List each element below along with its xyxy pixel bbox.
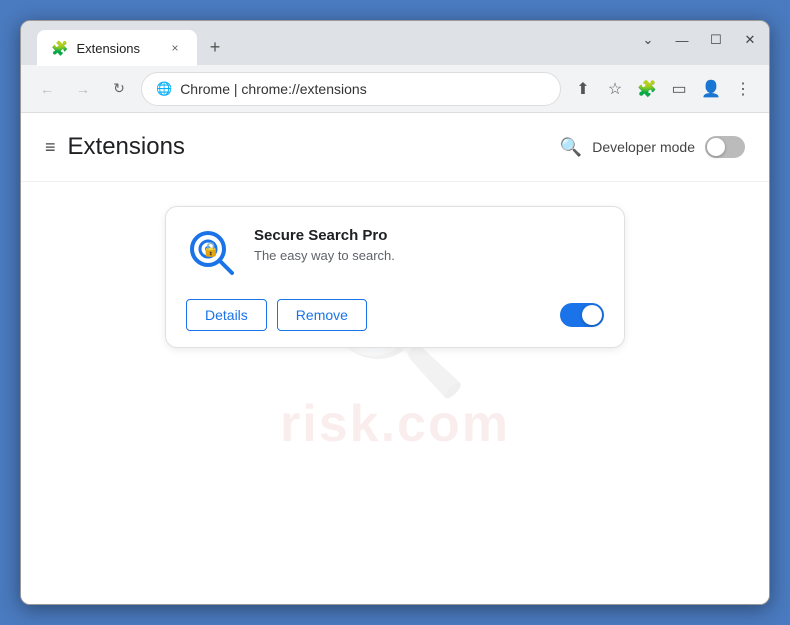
reload-button[interactable]: ↻ [105, 75, 133, 103]
menu-button[interactable]: ⋮ [729, 75, 757, 103]
close-button[interactable]: ✕ [741, 31, 759, 49]
extension-card-top: 🔒 Secure Search Pro The easy way to sear… [186, 227, 604, 279]
profile-button[interactable]: 👤 [697, 75, 725, 103]
minimize-button[interactable]: — [673, 31, 691, 49]
extension-toggle-knob [582, 305, 602, 325]
sidebar-icon: ▭ [671, 79, 686, 99]
window-controls: ⌄ — ☐ ✕ [639, 31, 759, 49]
toolbar-icons: ⬆ ☆ 🧩 ▭ 👤 ⋮ [569, 75, 757, 103]
chevron-icon[interactable]: ⌄ [639, 31, 657, 49]
active-tab[interactable]: 🧩 Extensions × [37, 30, 197, 66]
developer-mode-toggle[interactable] [705, 136, 745, 158]
maximize-button[interactable]: ☐ [707, 31, 725, 49]
url-brand: Chrome [180, 81, 230, 97]
extensions-list: 🔒 Secure Search Pro The easy way to sear… [21, 182, 769, 604]
more-options-icon: ⋮ [735, 79, 751, 99]
back-button[interactable]: ← [33, 75, 61, 103]
extension-name: Secure Search Pro [254, 227, 604, 244]
new-tab-button[interactable]: + [201, 33, 229, 61]
url-text: Chrome | chrome://extensions [180, 81, 367, 97]
address-bar: ← → ↻ 🌐 Chrome | chrome://extensions ⬆ ☆… [21, 65, 769, 113]
sidebar-button[interactable]: ▭ [665, 75, 693, 103]
forward-button[interactable]: → [69, 75, 97, 103]
share-button[interactable]: ⬆ [569, 75, 597, 103]
bookmark-icon: ☆ [608, 79, 622, 99]
profile-icon: 👤 [701, 79, 721, 99]
share-icon: ⬆ [576, 79, 589, 99]
extensions-button[interactable]: 🧩 [633, 75, 661, 103]
extensions-icon: 🧩 [637, 79, 657, 99]
remove-button[interactable]: Remove [277, 299, 367, 331]
extensions-header: ≡ Extensions 🔍 Developer mode [21, 113, 769, 182]
page-content: 🔍 risk.com ≡ Extensions 🔍 Developer mode [21, 113, 769, 604]
bookmark-button[interactable]: ☆ [601, 75, 629, 103]
title-bar: 🧩 Extensions × + ⌄ — ☐ ✕ [21, 21, 769, 65]
browser-window: 🧩 Extensions × + ⌄ — ☐ ✕ ← → ↻ 🌐 Chrome [20, 20, 770, 605]
tab-close-button[interactable]: × [167, 40, 183, 56]
extension-description: The easy way to search. [254, 248, 604, 263]
site-security-icon: 🌐 [156, 81, 172, 97]
tab-title: Extensions [76, 41, 159, 56]
hamburger-menu-button[interactable]: ≡ [45, 137, 56, 158]
details-button[interactable]: Details [186, 299, 267, 331]
developer-mode-label: Developer mode [592, 139, 695, 155]
extension-enable-toggle[interactable] [560, 303, 604, 327]
toggle-knob [707, 138, 725, 156]
url-path: chrome://extensions [241, 81, 366, 97]
page-title: Extensions [68, 133, 548, 161]
search-button[interactable]: 🔍 [560, 137, 582, 158]
svg-text:🔒: 🔒 [202, 241, 219, 258]
extension-card: 🔒 Secure Search Pro The easy way to sear… [165, 206, 625, 348]
extension-info: Secure Search Pro The easy way to search… [254, 227, 604, 263]
extension-icon: 🔒 [186, 227, 238, 279]
developer-mode-section: 🔍 Developer mode [560, 136, 745, 158]
tab-favicon: 🧩 [51, 40, 68, 57]
extension-card-bottom: Details Remove [186, 299, 604, 331]
url-bar[interactable]: 🌐 Chrome | chrome://extensions [141, 72, 561, 106]
